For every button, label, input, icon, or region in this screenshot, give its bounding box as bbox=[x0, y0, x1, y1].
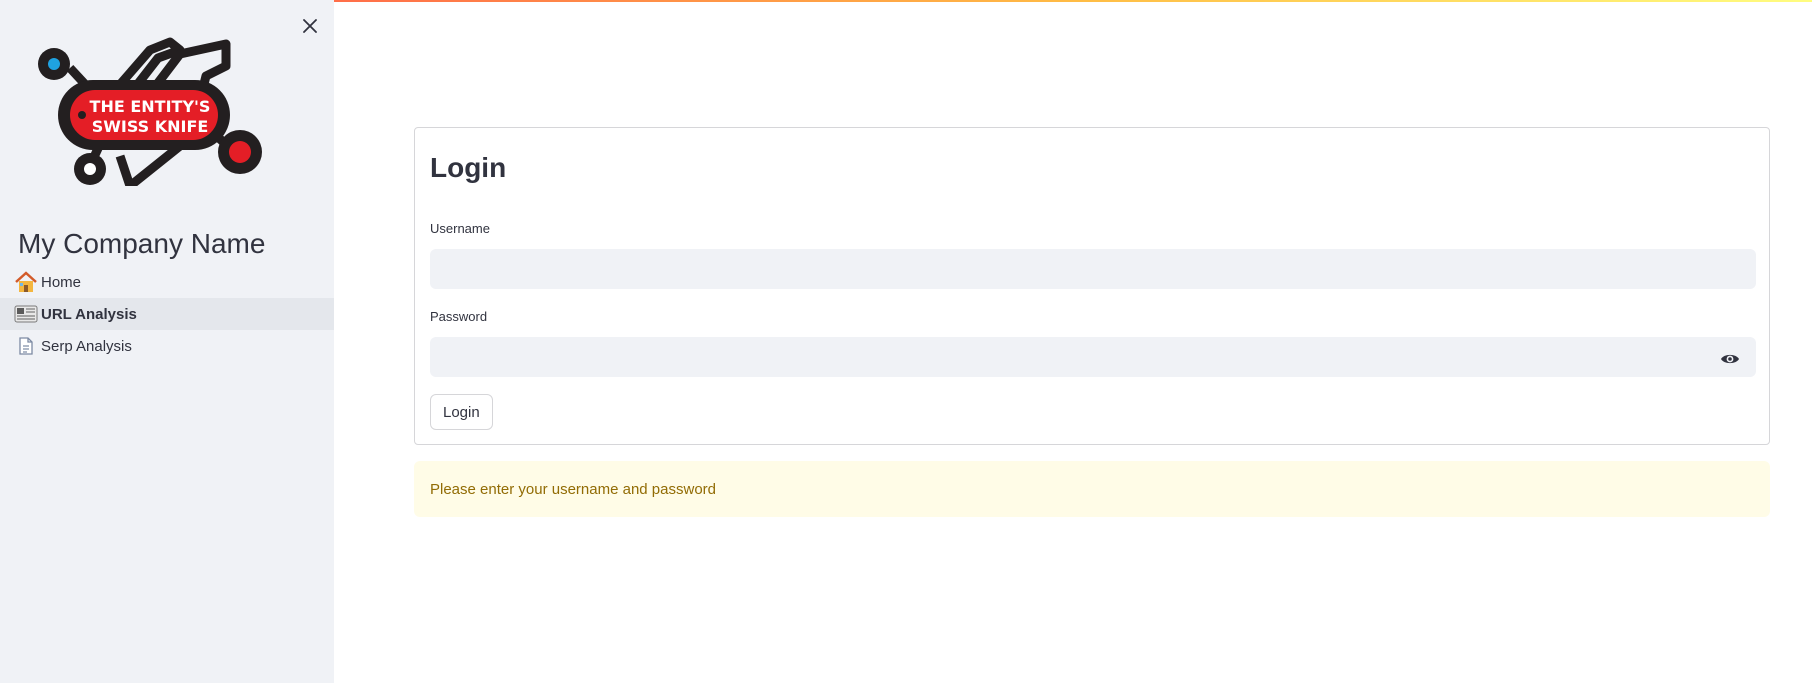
login-title: Login bbox=[430, 152, 507, 183]
warning-message: Please enter your username and password bbox=[430, 480, 716, 498]
document-icon bbox=[14, 335, 38, 357]
newspaper-icon bbox=[14, 303, 38, 325]
logo-text-line1: THE ENTITY'S bbox=[90, 97, 211, 116]
eye-icon bbox=[1721, 354, 1739, 364]
sidebar-item-home[interactable]: Home bbox=[0, 266, 334, 298]
sidebar: THE ENTITY'S SWISS KNIFE My Company Name… bbox=[0, 0, 334, 683]
company-name: My Company Name bbox=[18, 228, 266, 259]
username-input[interactable] bbox=[430, 249, 1756, 289]
login-form: Login Username Password Login bbox=[414, 127, 1770, 445]
sidebar-item-label: URL Analysis bbox=[41, 305, 137, 323]
sidebar-item-label: Serp Analysis bbox=[41, 337, 132, 355]
warning-alert: Please enter your username and password bbox=[414, 461, 1770, 517]
login-button[interactable]: Login bbox=[430, 394, 493, 430]
close-icon bbox=[303, 19, 317, 33]
username-label: Username bbox=[430, 221, 490, 236]
swiss-knife-logo: THE ENTITY'S SWISS KNIFE bbox=[38, 37, 262, 186]
sidebar-item-serp-analysis[interactable]: Serp Analysis bbox=[0, 330, 334, 362]
show-password-toggle[interactable] bbox=[1719, 351, 1741, 367]
password-input[interactable] bbox=[430, 337, 1756, 377]
logo-text-line2: SWISS KNIFE bbox=[92, 117, 209, 136]
password-label: Password bbox=[430, 309, 488, 324]
sidebar-nav: Home URL Analysis Serp Analysis bbox=[0, 266, 334, 362]
sidebar-item-url-analysis[interactable]: URL Analysis bbox=[0, 298, 334, 330]
sidebar-item-label: Home bbox=[41, 273, 82, 291]
close-sidebar-button[interactable] bbox=[298, 14, 322, 38]
house-icon bbox=[14, 271, 38, 293]
main-content: Login Username Password Login Please ent… bbox=[414, 127, 1770, 517]
